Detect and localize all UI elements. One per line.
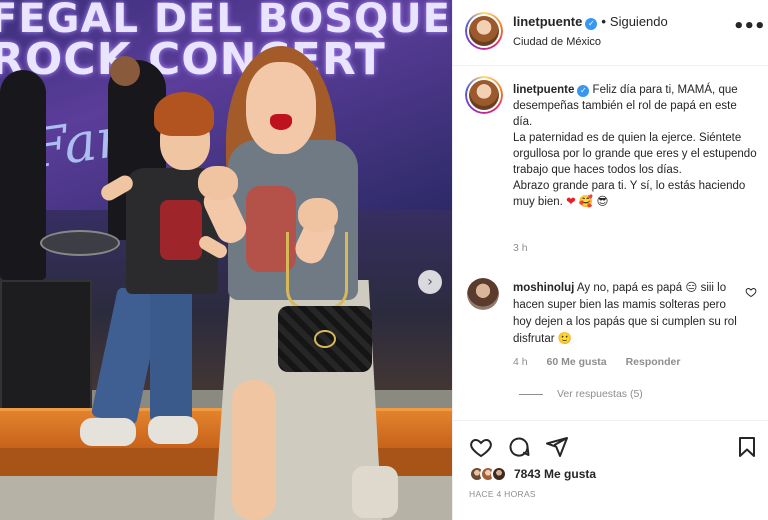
speaker <box>0 280 92 410</box>
banner-title-line-2: ROCK CONCERT <box>0 34 386 85</box>
chevron-right-icon: › <box>427 274 433 290</box>
woman-figure <box>352 466 398 518</box>
avatar[interactable] <box>467 278 499 310</box>
smiling-hearts-emoji: 🥰 <box>578 196 594 208</box>
woman-figure <box>246 62 316 154</box>
musician-head <box>110 56 140 86</box>
boy-figure <box>154 92 214 136</box>
avatar[interactable] <box>465 12 503 50</box>
boy-figure <box>160 200 202 260</box>
more-horizontal-icon[interactable]: ••• <box>733 18 766 42</box>
liker-avatar <box>491 466 507 482</box>
view-replies-button[interactable]: Ver respuestas (5) <box>519 388 643 400</box>
next-photo-button[interactable]: › <box>418 270 442 294</box>
background-musician <box>0 70 46 280</box>
share-icon[interactable] <box>545 435 569 459</box>
handbag-logo <box>314 330 336 348</box>
following-button[interactable]: Siguiendo <box>610 14 668 29</box>
post-timestamp: HACE 4 HORAS <box>469 489 536 499</box>
likes-count[interactable]: 7843 Me gusta <box>514 467 596 481</box>
drum <box>40 230 120 256</box>
comment-time[interactable]: 4 h <box>513 356 528 368</box>
verified-badge-icon: ✓ <box>577 85 590 97</box>
comment-icon[interactable] <box>507 435 531 459</box>
reply-button[interactable]: Responder <box>626 356 681 368</box>
post-sidebar: linetpuente ✓ • Siguiendo Ciudad de México … <box>452 0 768 520</box>
post-photo[interactable]: FEGAL DEL BOSQUE ROCK CONCERT Fam › <box>0 0 452 520</box>
boy-figure <box>80 418 136 446</box>
post-caption: linetpuente ✓ Feliz día para ti, MAMÁ, qu… <box>513 82 759 210</box>
location-link[interactable]: Ciudad de México <box>513 36 601 48</box>
woman-figure <box>232 380 276 520</box>
comment-username[interactable]: moshinoluj <box>513 282 574 294</box>
caption-timestamp[interactable]: 3 h <box>513 242 528 254</box>
heart-outline-icon[interactable] <box>469 435 493 459</box>
header-user-line: linetpuente ✓ • Siguiendo <box>513 14 668 30</box>
woman-figure <box>198 166 238 200</box>
caption-line: La paternidad es de quien la ejerce. Sié… <box>513 132 757 176</box>
separator-dot: • <box>601 14 606 29</box>
sunglasses-emoji: 😎 <box>596 196 609 208</box>
header-username[interactable]: linetpuente <box>513 14 582 29</box>
woman-figure <box>298 198 338 232</box>
heart-outline-icon[interactable] <box>745 286 757 301</box>
boy-figure <box>148 416 198 444</box>
woman-figure <box>270 114 292 130</box>
handbag-strap <box>286 232 348 310</box>
avatar[interactable] <box>465 76 503 114</box>
boy-figure <box>150 290 192 422</box>
post-header: linetpuente ✓ • Siguiendo Ciudad de México … <box>453 0 768 66</box>
comment-likes[interactable]: 60 Me gusta <box>547 356 607 368</box>
likes-summary[interactable]: 7843 Me gusta <box>469 466 596 482</box>
verified-badge-icon: ✓ <box>585 17 598 30</box>
bookmark-icon[interactable] <box>735 435 759 459</box>
caption-line: Abrazo grande para ti. Y sí, lo estás ha… <box>513 180 746 208</box>
comment: moshinoluj Ay no, papá es papá 😑 siii lo… <box>513 280 739 348</box>
caption-username[interactable]: linetpuente <box>513 84 574 96</box>
heart-emoji: ❤ <box>566 196 576 208</box>
comment-meta: 4 h 60 Me gusta Responder <box>513 356 696 368</box>
replies-divider <box>519 393 543 395</box>
view-replies-label: Ver respuestas (5) <box>557 388 643 400</box>
